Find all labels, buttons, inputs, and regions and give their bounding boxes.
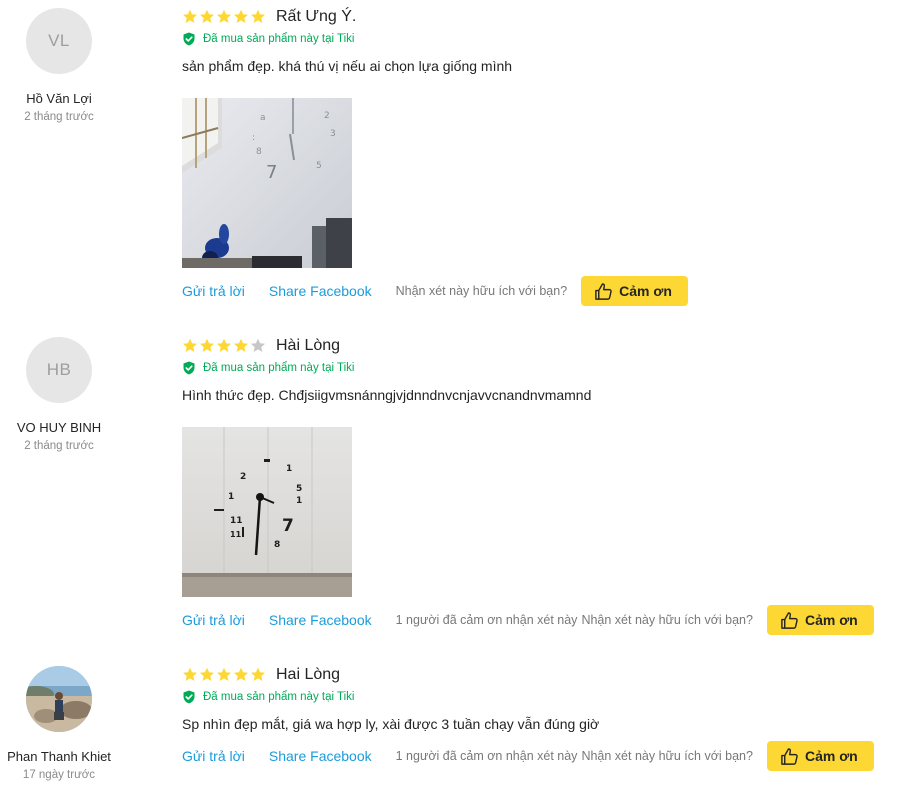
svg-text:11: 11	[230, 530, 242, 539]
star-filled-icon	[200, 338, 214, 352]
thank-button[interactable]: Cảm ơn	[581, 276, 688, 306]
verified-purchase: Đã mua sản phẩm này tại Tiki	[182, 31, 882, 47]
share-facebook-link[interactable]: Share Facebook	[269, 748, 372, 764]
star-filled-icon	[251, 667, 265, 681]
thank-button-label: Cảm ơn	[619, 283, 672, 299]
review-date: 2 tháng trước	[24, 440, 94, 452]
verified-shield-icon	[183, 32, 195, 46]
review-date: 17 ngày trước	[22, 769, 96, 781]
svg-text:8: 8	[274, 540, 280, 550]
thumbs-up-icon	[781, 611, 798, 629]
svg-text:a: a	[260, 113, 266, 123]
verified-shield-icon	[183, 361, 195, 375]
avatar	[26, 666, 92, 732]
star-filled-icon	[183, 9, 197, 23]
review-comment: Sp nhìn đẹp mắt, giá wa hợp ly, xài được…	[182, 716, 600, 732]
reviewer-name: Hồ Văn Lợi	[26, 91, 92, 106]
helpful-question: Nhận xét này hữu ích với bạn?	[581, 613, 753, 627]
rating-stars	[182, 338, 266, 354]
share-facebook-link[interactable]: Share Facebook	[269, 283, 372, 299]
star-filled-icon	[234, 667, 248, 681]
thank-button[interactable]: Cảm ơn	[766, 741, 874, 771]
svg-text:1: 1	[296, 496, 302, 506]
thank-count: 1 người đã cảm ơn nhận xét này	[395, 613, 578, 627]
avatar: HB	[26, 337, 92, 403]
star-empty-icon	[251, 338, 265, 352]
star-filled-icon	[183, 667, 197, 681]
reviewer-info: VL Hồ Văn Lợi 2 tháng trước	[0, 8, 118, 124]
thank-button-label: Cảm ơn	[804, 612, 858, 628]
avatar: VL	[26, 8, 92, 74]
star-filled-icon	[217, 9, 231, 23]
reviewer-name: Phan Thanh Khiet	[7, 749, 111, 764]
rating-stars	[182, 9, 266, 25]
rating-stars	[182, 667, 266, 683]
verified-purchase-label: Đã mua sản phẩm này tại Tiki	[203, 691, 355, 703]
svg-text::: :	[252, 133, 255, 143]
review-photo[interactable]: 1 2 5 1 1 11 11 7 8	[182, 427, 352, 597]
verified-purchase: Đã mua sản phẩm này tại Tiki	[182, 689, 882, 705]
review-comment: Hình thức đẹp. Chđjsiigvmsnánngjvjdnndnv…	[182, 387, 592, 403]
thumbs-up-icon	[595, 282, 612, 300]
review-photo[interactable]: a 2 3: 8 5 7	[182, 98, 352, 268]
star-filled-icon	[217, 338, 231, 352]
helpful-question: Nhận xét này hữu ích với bạn?	[581, 749, 753, 763]
star-filled-icon	[234, 9, 248, 23]
review-comment: sản phẩm đẹp. khá thú vị nếu ai chọn lựa…	[182, 58, 513, 74]
star-filled-icon	[183, 338, 197, 352]
star-filled-icon	[251, 9, 265, 23]
review-item: VL Hồ Văn Lợi 2 tháng trước Rất Ưng Ý. Đ…	[0, 0, 909, 310]
svg-text:7: 7	[266, 162, 277, 183]
svg-text:11: 11	[230, 516, 243, 526]
review-title: Hài Lòng	[276, 337, 341, 354]
review-item: HB VO HUY BINH 2 tháng trước Hài Lòng Đã…	[0, 329, 909, 639]
svg-text:7: 7	[282, 516, 294, 536]
svg-text:1: 1	[228, 492, 234, 502]
reviewer-name: VO HUY BINH	[16, 420, 102, 435]
avatar-photo	[26, 666, 92, 732]
svg-text:3: 3	[330, 129, 336, 139]
thank-count: 1 người đã cảm ơn nhận xét này	[395, 749, 578, 763]
verified-purchase-label: Đã mua sản phẩm này tại Tiki	[203, 362, 355, 374]
thank-button-label: Cảm ơn	[804, 748, 858, 764]
star-filled-icon	[234, 338, 248, 352]
review-title: Hai Lòng	[276, 666, 341, 683]
helpful-question: Nhận xét này hữu ích với bạn?	[395, 284, 568, 298]
star-filled-icon	[217, 667, 231, 681]
review-date: 2 tháng trước	[24, 111, 94, 123]
reviewer-info: HB VO HUY BINH 2 tháng trước	[0, 337, 118, 453]
thumbs-up-icon	[781, 747, 798, 765]
verified-purchase-label: Đã mua sản phẩm này tại Tiki	[203, 33, 355, 45]
svg-text:5: 5	[296, 484, 302, 494]
thank-button[interactable]: Cảm ơn	[766, 605, 874, 635]
share-facebook-link[interactable]: Share Facebook	[269, 612, 372, 628]
reply-link[interactable]: Gửi trả lời	[182, 748, 245, 764]
svg-text:2: 2	[324, 111, 330, 121]
review-item: Phan Thanh Khiet 17 ngày trước Hai Lòng …	[0, 658, 909, 791]
star-filled-icon	[200, 667, 214, 681]
svg-text:8: 8	[256, 147, 262, 157]
svg-text:2: 2	[240, 472, 246, 482]
review-title: Rất Ưng Ý.	[276, 8, 357, 25]
reply-link[interactable]: Gửi trả lời	[182, 283, 245, 299]
svg-text:1: 1	[286, 464, 292, 474]
reviewer-info: Phan Thanh Khiet 17 ngày trước	[0, 666, 118, 782]
verified-purchase: Đã mua sản phẩm này tại Tiki	[182, 360, 882, 376]
verified-shield-icon	[183, 690, 195, 704]
reply-link[interactable]: Gửi trả lời	[182, 612, 245, 628]
star-filled-icon	[200, 9, 214, 23]
svg-text:5: 5	[316, 161, 322, 171]
